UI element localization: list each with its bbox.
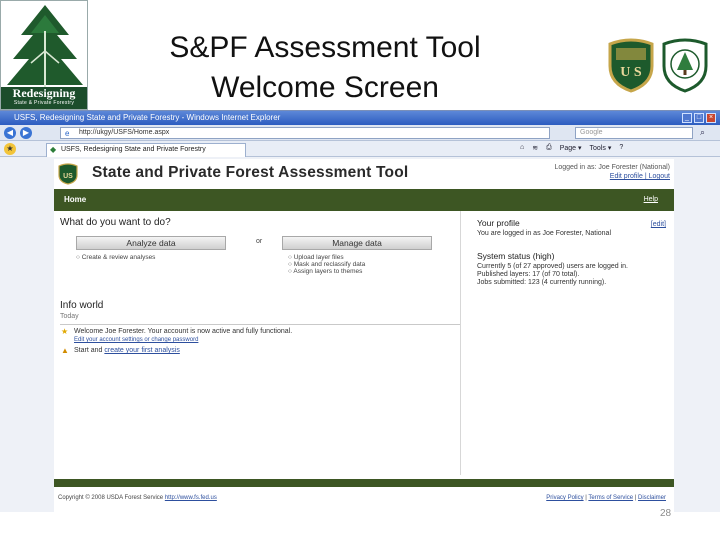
browser-toolbar: ⌂ ≋ ⎙ Page ▾ Tools ▾ ? (520, 144, 623, 152)
profile-heading: Your profile (477, 218, 520, 228)
info-world-heading: Info world (60, 300, 104, 311)
manage-bullets: ○ Upload layer files ○ Mask and reclassi… (288, 254, 365, 275)
fs-website-link[interactable]: http://www.fs.fed.us (165, 495, 217, 501)
start-message: ▲ Start and create your first analysis (60, 347, 460, 355)
page-footer: Copyright © 2008 USDA Forest Service htt… (58, 495, 670, 501)
shield-text: U S (620, 65, 642, 80)
or-separator: or (256, 238, 263, 245)
copyright-text: Copyright © 2008 USDA Forest Service (58, 495, 165, 501)
feeds-icon[interactable]: ≋ (532, 144, 538, 152)
help-link[interactable]: Help (644, 189, 658, 211)
ie-page-icon: e (65, 129, 70, 138)
forward-button[interactable]: ▶ (20, 127, 32, 139)
print-icon[interactable]: ⎙ (546, 144, 552, 152)
manage-bullet[interactable]: ○ Assign layers to themes (288, 268, 365, 275)
page-menu[interactable]: Page ▾ (560, 144, 582, 152)
manage-bullet[interactable]: ○ Upload layer files (288, 254, 365, 261)
browser-title-bar: USFS, Redesigning State and Private Fore… (0, 111, 720, 125)
home-icon[interactable]: ⌂ (520, 144, 524, 152)
favorites-star-icon[interactable]: ★ (4, 143, 16, 155)
welcome-message: ★ Welcome Joe Forester. Your account is … (60, 328, 460, 344)
create-analysis-link[interactable]: create your first analysis (104, 347, 179, 354)
help-icon[interactable]: ? (619, 144, 623, 152)
analyze-bullets: ○ Create & review analyses (76, 254, 155, 261)
browser-tab-label: USFS, Redesigning State and Private Fore… (61, 146, 206, 153)
today-label: Today (60, 313, 79, 320)
divider (60, 324, 460, 325)
profile-edit-link[interactable]: [edit] (651, 221, 666, 229)
close-window-button[interactable]: × (706, 113, 716, 123)
back-button[interactable]: ◀ (4, 127, 16, 139)
home-nav-bar: Home Help (54, 189, 674, 211)
browser-tab[interactable]: ◆ USFS, Redesigning State and Private Fo… (46, 143, 246, 157)
app-title: State and Private Forest Assessment Tool (92, 164, 409, 181)
home-link[interactable]: Home (64, 195, 86, 204)
star-icon: ★ (61, 327, 69, 336)
slide-number: 28 (660, 508, 672, 519)
browser-tab-row: ★ ◆ USFS, Redesigning State and Private … (0, 141, 720, 157)
footer-links: Privacy Policy | Terms of Service | Disc… (546, 495, 666, 501)
browser-search-input[interactable]: Google (575, 127, 693, 139)
browser-screenshot: USFS, Redesigning State and Private Fore… (0, 110, 720, 512)
privacy-policy-link[interactable]: Privacy Policy (546, 495, 583, 501)
address-bar[interactable]: e http://ukgy/USFS/Home.aspx (60, 127, 550, 139)
footer-bar (54, 479, 674, 487)
forest-service-shield-icon: U S (608, 38, 654, 93)
web-page: US State and Private Forest Assessment T… (54, 159, 674, 512)
usfs-badge-icon: US (58, 163, 78, 185)
manage-bullet[interactable]: ○ Mask and reclassify data (288, 261, 365, 268)
url-text: http://ukgy/USFS/Home.aspx (79, 129, 170, 136)
user-info: Logged in as: Joe Forester (National) Ed… (554, 163, 670, 181)
manage-data-button[interactable]: Manage data (282, 236, 432, 250)
main-column: What do you want to do? Analyze data or … (60, 217, 460, 355)
user-links[interactable]: Edit profile | Logout (554, 172, 670, 181)
maximize-button[interactable]: □ (694, 113, 704, 123)
sidebar-panel: Your profile [edit] You are logged in as… (460, 211, 674, 475)
system-status-line: Currently 5 (of 27 approved) users are l… (477, 263, 628, 270)
usfs-favicon-icon: ◆ (50, 145, 57, 154)
slide-title: S&PF Assessment Tool Welcome Screen (140, 28, 510, 108)
slide-title-line-1: S&PF Assessment Tool (169, 31, 481, 64)
profile-text: You are logged in as Joe Forester, Natio… (477, 230, 611, 237)
slide-title-line-2: Welcome Screen (211, 71, 439, 104)
search-icon[interactable]: ⌕ (700, 127, 705, 138)
action-row: Analyze data or Manage data ○ Create & r… (60, 236, 460, 296)
user-line: Logged in as: Joe Forester (National) (554, 164, 670, 171)
terms-of-service-link[interactable]: Terms of Service (588, 495, 633, 501)
system-status-line: Published layers: 17 (of 70 total). (477, 271, 580, 278)
warning-icon: ▲ (61, 346, 69, 355)
address-bar-row: ◀ ▶ e http://ukgy/USFS/Home.aspx Google … (0, 125, 720, 141)
analyze-data-button[interactable]: Analyze data (76, 236, 226, 250)
logo-subtitle: State & Private Forestry (13, 100, 75, 106)
redesigning-logo: Redesigning State & Private Forestry (0, 0, 88, 110)
analyze-bullet[interactable]: ○ Create & review analyses (76, 254, 155, 261)
account-settings-link[interactable]: Edit your account settings or change pas… (74, 336, 460, 344)
tools-menu[interactable]: Tools ▾ (590, 144, 612, 152)
logo-title: Redesigning (12, 86, 76, 100)
svg-text:US: US (63, 173, 73, 180)
system-status-heading: System status (high) (477, 251, 555, 261)
window-title: USFS, Redesigning State and Private Fore… (14, 113, 281, 122)
system-status-line: Jobs submitted: 123 (4 currently running… (477, 279, 607, 286)
pine-tree-icon (7, 5, 83, 87)
minimize-button[interactable]: _ (682, 113, 692, 123)
state-private-forestry-shield-icon (662, 38, 708, 93)
disclaimer-link[interactable]: Disclaimer (638, 495, 666, 501)
welcome-text: Welcome Joe Forester. Your account is no… (74, 328, 293, 335)
start-text: Start and (74, 347, 105, 354)
app-header: US State and Private Forest Assessment T… (54, 159, 674, 189)
question-heading: What do you want to do? (60, 217, 171, 228)
